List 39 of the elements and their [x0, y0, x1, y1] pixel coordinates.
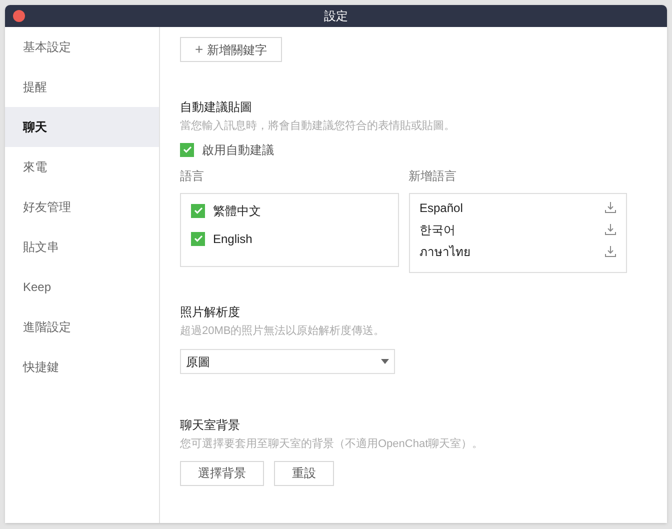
checkbox[interactable]: [191, 204, 205, 218]
download-icon[interactable]: [605, 246, 616, 257]
checkbox-label: 啟用自動建議: [202, 142, 274, 158]
section-title: 照片解析度: [180, 304, 241, 320]
close-button[interactable]: [13, 10, 25, 22]
language-label: English: [213, 230, 252, 248]
section-title: 聊天室背景: [180, 417, 241, 434]
download-icon[interactable]: [605, 224, 616, 235]
window-title: 設定: [324, 8, 348, 25]
column-label: 語言: [180, 168, 205, 184]
language-label: Español: [420, 200, 463, 216]
sidebar-item[interactable]: 好友管理: [5, 187, 159, 227]
checkmark-icon: [194, 235, 202, 242]
section-description: 超過20MB的照片無法以原始解析度傳送。: [180, 324, 386, 338]
language-label: 繁體中文: [213, 202, 261, 220]
section-description: 您可選擇要套用至聊天室的背景（不適用OpenChat聊天室）。: [180, 436, 484, 452]
sidebar-item[interactable]: 快捷鍵: [5, 347, 159, 387]
resolution-dropdown[interactable]: 原圖: [180, 349, 395, 374]
sidebar-item[interactable]: 聊天: [5, 107, 159, 147]
sidebar-item[interactable]: Keep: [5, 267, 159, 307]
sidebar-item[interactable]: 基本設定: [5, 27, 159, 67]
download-icon[interactable]: [605, 202, 616, 213]
checkmark-icon: [194, 207, 202, 214]
checkmark-icon: [182, 146, 192, 153]
sidebar-item[interactable]: 貼文串: [5, 227, 159, 267]
dropdown-caret-icon: [381, 359, 389, 364]
section-description: 當您輸入訊息時，將會自動建議您符合的表情貼或貼圖。: [180, 118, 456, 134]
section-title: 自動建議貼圖: [180, 99, 253, 116]
column-label: 新增語言: [408, 168, 458, 184]
language-label: ภาษาไทย: [420, 244, 470, 260]
add-keyword-button[interactable]: + 新增關鍵字: [180, 37, 282, 62]
language-label: 한국어: [420, 222, 456, 238]
checkbox[interactable]: [180, 142, 194, 156]
checkbox[interactable]: [191, 232, 205, 246]
background-button[interactable]: 重設: [274, 460, 334, 486]
sidebar-item[interactable]: 來電: [5, 147, 159, 187]
background-button[interactable]: 選擇背景: [180, 460, 264, 486]
sidebar-item[interactable]: 提醒: [5, 67, 159, 107]
sidebar-item[interactable]: 進階設定: [5, 307, 159, 347]
